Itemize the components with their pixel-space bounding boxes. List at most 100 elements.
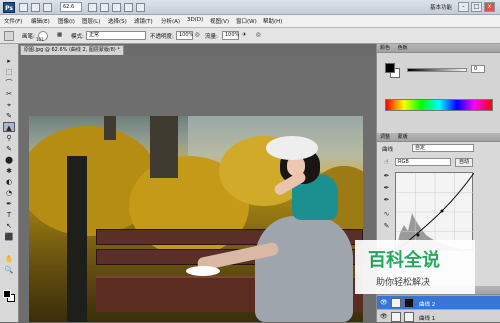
bridge-icon[interactable] [19,3,28,12]
zoom-tool-icon[interactable]: 🔍 [3,265,15,275]
rotate-view-icon[interactable] [112,3,121,12]
white-point-eyedropper-icon[interactable]: ✒ [382,196,391,205]
blur-tool-icon[interactable]: ◐ [3,177,15,187]
shape-tool-icon[interactable]: ⬛ [3,232,15,242]
brush-tool-icon[interactable]: ▲ [3,122,15,132]
dodge-tool-icon[interactable]: ◔ [3,188,15,198]
menu-analysis[interactable]: 分析(A) [161,17,180,25]
color-spectrum-bar[interactable] [385,99,493,111]
eye-icon[interactable]: 👁 [380,299,388,306]
brush-label: 画笔: [22,34,35,40]
crop-tool-icon[interactable]: ✂ [3,89,15,99]
mini-bridge-icon[interactable] [31,3,40,12]
adjustment-layer-thumb [391,298,401,308]
type-tool-icon[interactable]: T [3,210,15,220]
tree-trunk [150,116,178,178]
color-panel-header: 颜色 色板 [377,44,500,53]
history-brush-icon[interactable]: ✎ [3,144,15,154]
screen-mode-icon[interactable] [136,3,145,12]
maximize-button[interactable]: □ [471,2,482,12]
gray-point-eyedropper-icon[interactable]: ✒ [382,184,391,193]
tablet-size-icon[interactable]: ◎ [256,32,261,38]
color-value-input[interactable]: 0 [471,65,485,73]
channel-select[interactable]: RGB [395,158,451,166]
hand-tool-icon[interactable]: ✋ [3,254,15,264]
flow-input[interactable]: 100% [222,31,239,40]
layer-name: 曲线 2 [419,302,436,308]
airbrush-icon[interactable]: ✈ [242,32,247,38]
path-selection-icon[interactable]: ↖ [3,221,15,231]
options-bar: 画笔: 101 ▦ 模式: 正常 不透明度: 100% ◎ 流量: 100% ✈… [0,28,500,44]
layer-row[interactable]: 👁 曲线 1 [377,309,500,323]
mode-select[interactable]: 正常 [86,31,146,40]
workspace-switcher[interactable]: 基本功能 [430,3,452,11]
arrange-documents-icon[interactable] [124,3,133,12]
brush-panel-icon[interactable]: ▦ [57,32,62,38]
close-button[interactable]: x [484,2,495,12]
girl-skirt [255,216,353,322]
menu-bar: 文件(F) 编辑(E) 图像(I) 图层(L) 选择(S) 滤镜(T) 分析(A… [0,15,500,28]
color-slider[interactable] [407,68,467,72]
zoom-select[interactable]: 62.6 [60,2,82,12]
layer-name: 曲线 1 [419,316,436,322]
flow-label: 流量: [205,34,218,40]
panel-foreground-swatch[interactable] [385,63,395,73]
menu-image[interactable]: 图像(I) [58,17,75,25]
tablet-opacity-icon[interactable]: ◎ [195,32,200,38]
document-photo [29,116,363,322]
layer-mask-thumb[interactable] [404,298,414,308]
adjustments-panel-header: 调整 蒙版 [377,133,500,142]
opacity-input[interactable]: 100% [176,31,193,40]
eye-icon[interactable]: 👁 [380,313,388,320]
lasso-tool-icon[interactable]: ⌒ [3,78,15,88]
gradient-tool-icon[interactable]: ✱ [3,166,15,176]
minimize-button[interactable]: - [458,2,469,12]
watermark-title: 百科全说 [368,250,440,271]
document-tab[interactable]: 原图.jpg @ 62.6% (曲线 2, 图层蒙版/8) * [20,45,124,55]
menu-select[interactable]: 选择(S) [108,17,127,25]
tab-adjustments[interactable]: 调整 [380,134,390,140]
brush-size: 101 [36,37,44,42]
menu-view[interactable]: 视图(V) [210,17,229,25]
tab-masks[interactable]: 蒙版 [398,134,408,140]
auto-button[interactable]: 自动 [455,158,473,167]
pencil-curve-icon[interactable]: ✎ [382,222,391,231]
eyedropper-tool-icon[interactable]: ⌖ [3,100,15,110]
marquee-tool-icon[interactable]: ⬚ [3,67,15,77]
clone-stamp-icon[interactable]: ⚲ [3,133,15,143]
view-extras-icon[interactable] [43,3,52,12]
tree-trunk [104,116,116,140]
menu-edit[interactable]: 编辑(E) [31,17,50,25]
curve-control-point[interactable] [440,209,444,213]
girl-shoe [186,266,220,276]
toolbox: ▸ ⬚ ⌒ ✂ ⌖ ✎ ▲ ⚲ ✎ ⬤ ✱ ◐ ◔ ✒ T ↖ ⬛ ✋ 🔍 [0,44,19,322]
zoom-icon[interactable] [100,3,109,12]
menu-help[interactable]: 帮助(H) [263,17,282,25]
menu-window[interactable]: 窗口(W) [236,17,257,25]
black-point-eyedropper-icon[interactable]: ✒ [382,172,391,181]
menu-filter[interactable]: 滤镜(T) [134,17,153,25]
curve-control-point[interactable] [416,233,420,237]
menu-file[interactable]: 文件(F) [4,17,22,25]
menu-3d[interactable]: 3D(D) [187,17,203,23]
preset-select[interactable]: 自定 [412,144,474,152]
menu-layer[interactable]: 图层(L) [82,17,100,25]
tab-swatches[interactable]: 色板 [398,45,408,51]
adjustment-layer-thumb [391,312,401,322]
layer-row[interactable]: 👁 曲线 2 [377,295,500,309]
curve-point-icon[interactable]: ∿ [382,210,391,219]
target-adjust-icon[interactable]: ☝ [382,158,391,167]
eraser-tool-icon[interactable]: ⬤ [3,155,15,165]
brush-tool-preset-icon[interactable] [4,31,14,41]
layer-mask-thumb[interactable] [404,312,414,322]
mode-label: 模式: [71,34,84,40]
photoshop-logo: Ps [3,2,15,13]
healing-brush-icon[interactable]: ✎ [3,111,15,121]
hand-icon[interactable] [88,3,97,12]
move-tool-icon[interactable]: ▸ [3,56,15,66]
foreground-color-swatch[interactable] [3,290,11,298]
curves-graph[interactable] [395,172,475,252]
curves-label: 曲线 [382,147,394,153]
tab-color[interactable]: 颜色 [380,45,390,51]
pen-tool-icon[interactable]: ✒ [3,199,15,209]
